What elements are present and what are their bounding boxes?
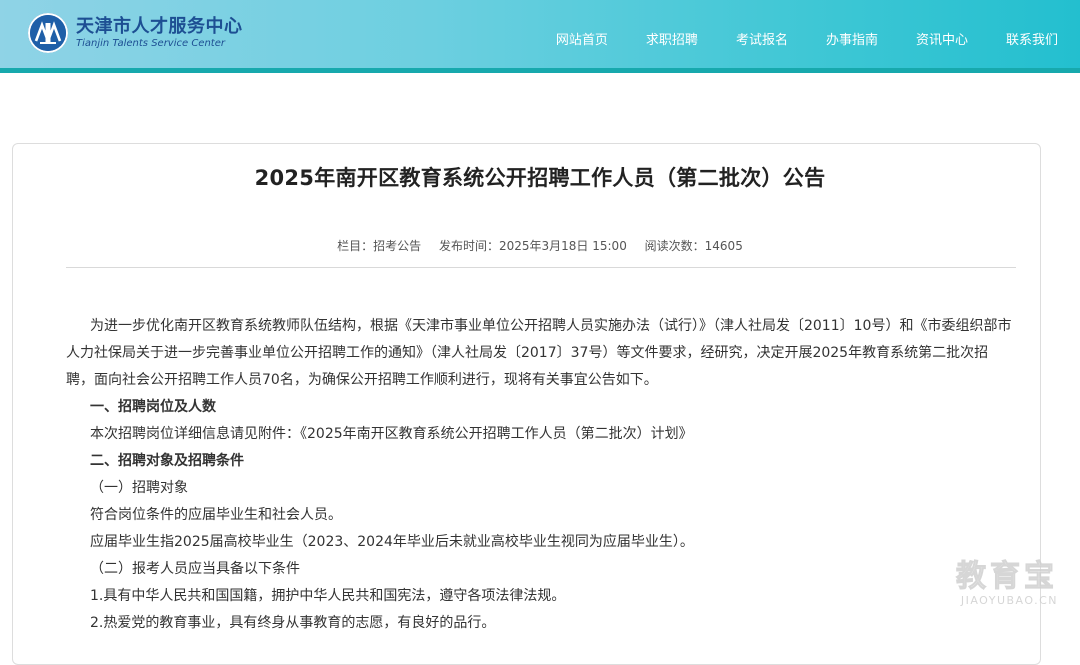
section-heading-positions: 一、招聘岗位及人数 xyxy=(90,399,216,415)
site-logo[interactable]: 天津市人才服务中心 Tianjin Talents Service Center xyxy=(28,12,243,54)
tianjin-emblem-icon xyxy=(28,13,68,53)
header-accent-bar xyxy=(0,68,1080,73)
graduates-definition: 应届毕业生指2025届高校毕业生（2023、2024年毕业后未就业高校毕业生视同… xyxy=(90,534,694,550)
site-header: 天津市人才服务中心 Tianjin Talents Service Center… xyxy=(0,0,1080,68)
article-body: 为进一步优化南开区教育系统教师队伍结构，根据《天津市事业单位公开招聘人员实施办法… xyxy=(66,313,1016,637)
nav-contact[interactable]: 联系我们 xyxy=(1006,29,1058,48)
intro-paragraph: 为进一步优化南开区教育系统教师队伍结构，根据《天津市事业单位公开招聘人员实施办法… xyxy=(66,318,1012,388)
watermark-en: JIAOYUBAO.CN xyxy=(960,594,1058,607)
main-nav: 网站首页 求职招聘 考试报名 办事指南 资讯中心 联系我们 xyxy=(518,29,1058,48)
article-meta: 栏目：招考公告 发布时间：2025年3月18日 15:00 阅读次数：14605 xyxy=(0,237,1080,254)
section-heading-eligibility: 二、招聘对象及招聘条件 xyxy=(90,453,244,469)
nav-service-guide[interactable]: 办事指南 xyxy=(826,29,878,48)
subheading-applicants: （一）招聘对象 xyxy=(90,480,188,496)
requirement-2: 2.热爱党的教育事业，具有终身从事教育的志愿，有良好的品行。 xyxy=(90,615,496,631)
site-watermark: 教育宝 JIAOYUBAO.CN xyxy=(956,559,1058,607)
meta-publish-time: 发布时间：2025年3月18日 15:00 xyxy=(438,239,627,253)
nav-jobs[interactable]: 求职招聘 xyxy=(646,29,698,48)
nav-exam-registration[interactable]: 考试报名 xyxy=(736,29,788,48)
meta-divider xyxy=(66,267,1016,268)
requirement-1: 1.具有中华人民共和国国籍，拥护中华人民共和国宪法，遵守各项法律法规。 xyxy=(90,588,566,604)
meta-views: 阅读次数：14605 xyxy=(644,239,743,253)
logo-text: 天津市人才服务中心 Tianjin Talents Service Center xyxy=(76,16,243,50)
subheading-requirements: （二）报考人员应当具备以下条件 xyxy=(90,561,300,577)
positions-attachment-text: 本次招聘岗位详细信息请见附件：《2025年南开区教育系统公开招聘工作人员（第二批… xyxy=(90,426,693,442)
logo-english-name: Tianjin Talents Service Center xyxy=(76,38,225,49)
nav-news-center[interactable]: 资讯中心 xyxy=(916,29,968,48)
logo-chinese-name: 天津市人才服务中心 xyxy=(76,16,243,37)
watermark-cn: 教育宝 xyxy=(956,559,1058,594)
nav-home[interactable]: 网站首页 xyxy=(556,29,608,48)
article-title: 2025年南开区教育系统公开招聘工作人员（第二批次）公告 xyxy=(254,166,826,190)
meta-column: 栏目：招考公告 xyxy=(337,239,422,253)
applicants-text: 符合岗位条件的应届毕业生和社会人员。 xyxy=(90,507,342,523)
